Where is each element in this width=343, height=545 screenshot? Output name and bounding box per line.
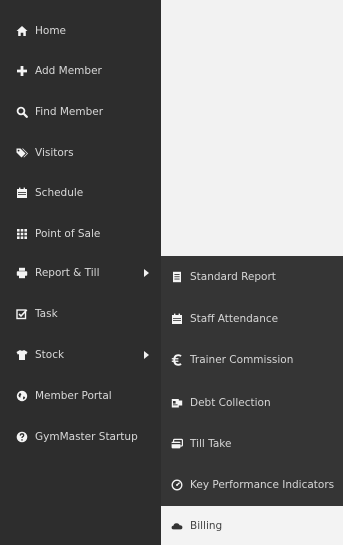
grid-icon [16,228,28,240]
checkbox-icon [16,308,28,320]
sidebar-item-label: Home [35,25,67,37]
calendar-icon [171,313,183,325]
sidebar-item-label: Schedule [35,187,84,199]
sidebar-item-label: Task [35,308,58,320]
sidebar-item-member-portal[interactable]: Member Portal [0,376,161,416]
submenu-item-billing[interactable]: Billing [161,506,343,545]
plus-icon [16,65,28,77]
sidebar-item-label: GymMaster Startup [35,431,138,443]
submenu-item-debt-collection[interactable]: Debt Collection [161,382,343,424]
submenu-item-trainer-commission[interactable]: Trainer Commission [161,339,343,381]
sidebar-item-add-member[interactable]: Add Member [0,51,161,91]
sidebar-item-label: Visitors [35,147,74,159]
sidebar-item-schedule[interactable]: Schedule [0,173,161,213]
credit-card-icon [171,438,183,450]
sidebar-item-label: Add Member [35,65,102,77]
submenu-item-standard-report[interactable]: Standard Report [161,256,343,298]
dashboard-icon [171,479,183,491]
sidebar-item-gymmaster-startup[interactable]: GymMaster Startup [0,417,161,457]
tshirt-icon [16,349,28,361]
home-icon [16,25,28,37]
submenu-item-label: Debt Collection [190,397,271,409]
printer-icon [16,267,28,279]
folder-icon [171,397,183,409]
sidebar-item-point-of-sale[interactable]: Point of Sale [0,214,161,254]
question-icon [16,431,28,443]
search-icon [16,106,28,118]
document-icon [171,271,183,283]
sidebar-item-find-member[interactable]: Find Member [0,92,161,132]
submenu-item-till-take[interactable]: Till Take [161,423,343,465]
sidebar-item-label: Stock [35,349,65,361]
sidebar-item-report-till[interactable]: Report & Till [0,253,161,293]
sidebar-item-visitors[interactable]: Visitors [0,133,161,173]
sidebar-item-label: Report & Till [35,267,100,279]
sidebar-item-stock[interactable]: Stock [0,335,161,375]
calendar-icon [16,187,28,199]
sidebar-item-label: Member Portal [35,390,112,402]
submenu-item-key-performance-indicators[interactable]: Key Performance Indicators [161,464,343,506]
submenu-item-label: Billing [190,519,223,532]
submenu-item-label: Staff Attendance [190,313,279,325]
sidebar-item-label: Find Member [35,106,104,118]
euro-icon [171,354,183,366]
submenu-item-label: Till Take [190,438,232,450]
main-sidebar: Home Add Member Find Member Visitors Sch… [0,0,161,545]
globe-icon [16,390,28,402]
sidebar-item-task[interactable]: Task [0,294,161,334]
sidebar-item-home[interactable]: Home [0,11,161,51]
cloud-icon [171,520,183,532]
chevron-right-icon [144,269,149,277]
submenu-item-staff-attendance[interactable]: Staff Attendance [161,298,343,340]
submenu-item-label: Key Performance Indicators [190,479,335,491]
sidebar-item-label: Point of Sale [35,228,101,240]
submenu-item-label: Trainer Commission [190,354,294,366]
submenu-item-label: Standard Report [190,271,276,283]
tags-icon [16,147,28,159]
report-till-submenu: Standard Report Staff Attendance Trainer… [161,256,343,545]
chevron-right-icon [144,351,149,359]
